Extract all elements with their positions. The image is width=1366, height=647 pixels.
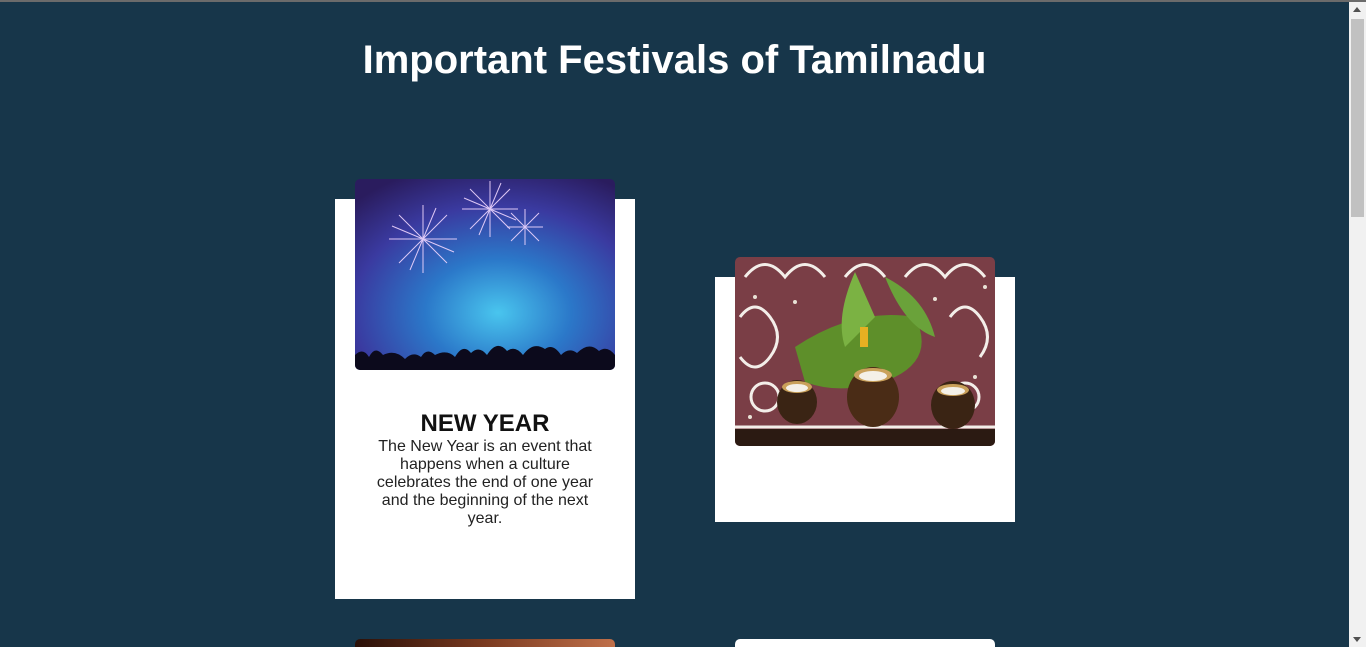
page-title: Important Festivals of Tamilnadu [362,38,987,82]
page-content: Important Festivals of Tamilnadu NEW YEA… [0,2,1349,647]
festival-card-partial [735,639,995,647]
card-title: NEW YEAR [420,410,550,437]
festival-image-partial [355,639,615,647]
pongal-pots-image [735,257,995,446]
scroll-up-arrow-icon[interactable] [1353,7,1361,12]
card-description: The New Year is an event that happens wh… [376,438,594,527]
scroll-down-arrow-icon[interactable] [1353,637,1361,642]
vertical-scrollbar[interactable] [1349,2,1366,647]
scrollbar-thumb[interactable] [1351,19,1364,217]
fireworks-image [355,179,615,370]
